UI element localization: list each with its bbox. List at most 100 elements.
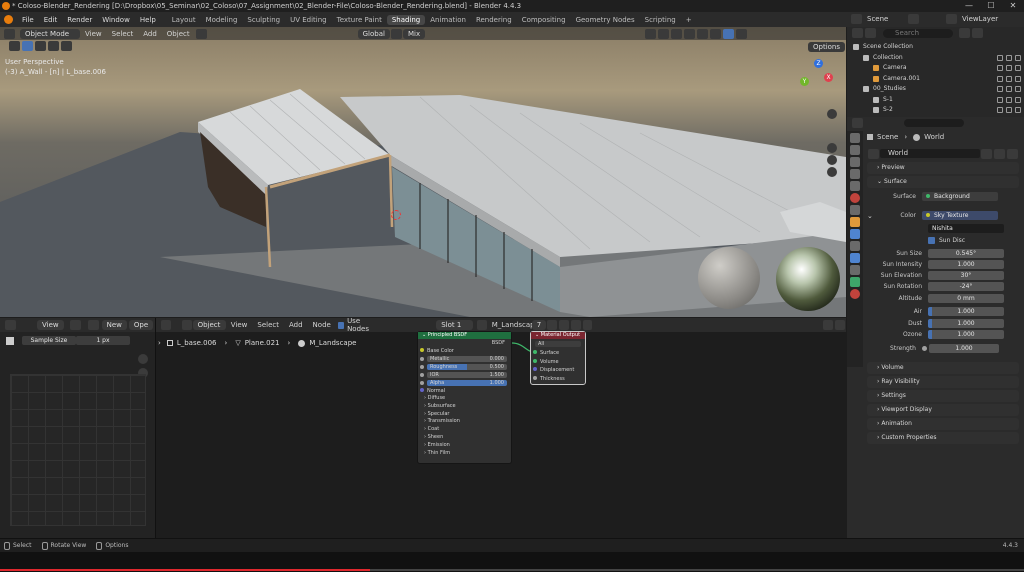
checkbox-icon[interactable] (997, 107, 1003, 114)
select-set-icon[interactable] (22, 41, 33, 51)
world-fake-user-icon[interactable] (981, 148, 992, 159)
sky-field-value[interactable]: 1.000 (928, 319, 1004, 328)
eye-icon[interactable] (1006, 75, 1012, 82)
node-menu-select[interactable]: Select (252, 321, 284, 329)
modifier-tab-icon[interactable] (850, 229, 860, 239)
alpha-slider[interactable]: Alpha 1.000 (427, 380, 507, 386)
outliner-type-icon[interactable] (852, 28, 863, 38)
panel-custom-properties[interactable]: › Custom Properties (867, 432, 1019, 444)
strength-field[interactable]: 1.000 (929, 343, 999, 353)
panel-viewport-display[interactable]: › Viewport Display (867, 404, 1019, 416)
world-name-field[interactable]: World (880, 149, 980, 158)
tab-sculpting[interactable]: Sculpting (242, 15, 285, 25)
3d-cursor[interactable] (391, 210, 401, 220)
menu-window[interactable]: Window (97, 16, 135, 24)
gizmo-z-axis[interactable]: Z (814, 59, 823, 68)
viewport-menu-add[interactable]: Add (138, 30, 162, 38)
normal-socket[interactable] (420, 388, 424, 392)
open-image-button[interactable]: Ope (128, 320, 154, 330)
checkbox-icon[interactable] (997, 96, 1003, 103)
panel-thin-film[interactable]: › Thin Film (424, 450, 511, 458)
material-output-node[interactable]: ⌄ Material Output All Surface Volume Dis… (530, 331, 586, 385)
sky-field-value[interactable]: 1.000 (928, 307, 1004, 316)
panel-settings[interactable]: › Settings (867, 390, 1019, 402)
node-menu-add[interactable]: Add (284, 321, 308, 329)
panel-volume[interactable]: › Volume (867, 362, 1019, 374)
editor-type-icon[interactable] (4, 28, 15, 39)
snap-icon[interactable] (390, 28, 402, 39)
transform-orientation-dropdown[interactable]: Global (357, 28, 390, 39)
output-tab-icon[interactable] (850, 157, 860, 167)
tab-shading[interactable]: Shading (386, 14, 426, 25)
collapse-chevron-icon[interactable]: ⌄ (422, 332, 426, 338)
tab-scripting[interactable]: Scripting (640, 15, 681, 25)
panel-preview[interactable]: › Preview (867, 162, 1019, 174)
metallic-slider[interactable]: Metallic 0.000 (427, 356, 507, 362)
properties-editor[interactable]: Scene › World World › Preview ⌄ Surface … (847, 117, 1024, 538)
output-target-dropdown[interactable]: All (535, 341, 581, 347)
sky-type-dropdown[interactable]: Nishita (928, 223, 1004, 233)
maximize-button[interactable]: ☐ (980, 0, 1002, 12)
roughness-slider[interactable]: Roughness 0.500 (427, 364, 507, 370)
outliner-item[interactable]: S-2 (847, 105, 1024, 116)
view-layer-tab-icon[interactable] (850, 169, 860, 179)
unlink-material-icon[interactable] (570, 320, 581, 330)
checkbox-icon[interactable] (997, 54, 1003, 61)
tab-modeling[interactable]: Modeling (201, 15, 243, 25)
shader-node-editor[interactable]: Object View Select Add Node Use Nodes Sl… (156, 317, 846, 538)
constraints-tab-icon[interactable] (850, 265, 860, 275)
world-new-icon[interactable] (994, 148, 1005, 159)
color-input-field[interactable]: Sky Texture (922, 211, 998, 220)
node-menu-node[interactable]: Node (308, 321, 336, 329)
minimize-button[interactable]: — (958, 0, 980, 12)
node-snap-icon[interactable] (835, 320, 845, 330)
object-dropdown[interactable]: Object (192, 320, 226, 330)
outliner-item[interactable]: 00_Studies (847, 84, 1024, 95)
tab-rendering[interactable]: Rendering (471, 15, 517, 25)
sky-field-value[interactable]: -24° (928, 282, 1004, 291)
new-collection-icon[interactable] (972, 28, 983, 38)
physics-tab-icon[interactable] (850, 253, 860, 263)
viewport-menu-select[interactable]: Select (107, 30, 139, 38)
sky-field-value[interactable]: 0 mm (928, 294, 1004, 303)
material-icon[interactable] (195, 28, 207, 39)
sky-field-value[interactable]: 0.545° (928, 249, 1004, 258)
bsdf-node-header[interactable]: ⌄ Principled BSDF (418, 332, 511, 339)
camera-render-icon[interactable] (1015, 107, 1021, 114)
alpha-socket[interactable] (420, 381, 424, 385)
image-menu-icon[interactable] (69, 320, 81, 330)
3d-viewport[interactable]: User Perspective (-3) A_Wall - [n] | L_b… (0, 27, 846, 317)
node-overlay-icon[interactable] (823, 320, 834, 330)
menu-file[interactable]: File (17, 16, 39, 24)
metallic-socket[interactable] (420, 357, 424, 361)
outliner[interactable]: Search Scene Collection Collection Camera C… (847, 27, 1024, 117)
camera-view-icon[interactable] (827, 155, 837, 165)
surface-socket[interactable] (533, 350, 537, 354)
blend-mode-dropdown[interactable]: Mix (402, 28, 426, 39)
material-slot-dropdown[interactable]: Slot 1 (436, 320, 473, 330)
select-subtract-icon[interactable] (48, 41, 59, 51)
material-user-count[interactable]: 7 (531, 320, 547, 330)
base-color-socket[interactable] (420, 348, 424, 352)
thickness-socket[interactable] (533, 375, 537, 380)
gizmo-y-axis[interactable]: Y (800, 77, 809, 86)
eye-icon[interactable] (1006, 107, 1012, 114)
strength-socket-icon[interactable] (922, 345, 927, 351)
displacement-socket[interactable] (533, 367, 537, 371)
navigation-gizmo[interactable]: Z X Y (796, 59, 840, 103)
ior-socket[interactable] (420, 373, 424, 377)
checkbox-icon[interactable] (997, 86, 1003, 93)
ortho-toggle-icon[interactable] (827, 167, 837, 177)
menu-edit[interactable]: Edit (39, 16, 63, 24)
gizmo-toggle-icon[interactable] (658, 28, 670, 39)
new-scene-icon[interactable] (908, 14, 919, 24)
world-unlink-icon[interactable] (1007, 148, 1018, 159)
camera-render-icon[interactable] (1015, 96, 1021, 103)
collection-tab-icon[interactable] (850, 205, 860, 215)
tab-animation[interactable]: Animation (425, 15, 471, 25)
image-editor[interactable]: View New Ope Sample Size 1 px (0, 318, 156, 538)
outliner-item[interactable]: Collection (847, 53, 1024, 64)
panel-specular[interactable]: › Specular (424, 411, 511, 419)
duplicate-material-icon[interactable] (559, 320, 569, 330)
color-expand-icon[interactable]: ⌄ (867, 212, 877, 220)
